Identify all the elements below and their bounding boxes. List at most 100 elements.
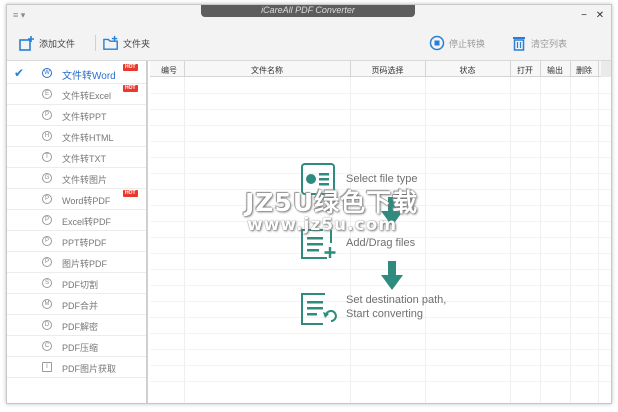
sidebar-item-file-to-ppt[interactable]: P 文件转PPT bbox=[7, 105, 146, 126]
pdf-icon: P bbox=[42, 215, 52, 225]
clear-list-label: 清空列表 bbox=[531, 38, 568, 49]
pdf-icon: P bbox=[42, 236, 52, 246]
sidebar-item-ppt-to-pdf[interactable]: P PPT转PDF bbox=[7, 231, 146, 252]
column-header-delete[interactable]: 删除 bbox=[570, 65, 598, 76]
sidebar-item-word-to-pdf[interactable]: P Word转PDF HOT bbox=[7, 189, 146, 210]
sidebar-item-pdf-merge[interactable]: M PDF合并 bbox=[7, 294, 146, 315]
word-icon: W bbox=[42, 68, 52, 78]
sidebar-item-excel-to-pdf[interactable]: P Excel转PDF bbox=[7, 210, 146, 231]
column-divider bbox=[540, 61, 541, 403]
sidebar-item-file-to-word[interactable]: ✔ W 文件转Word HOT bbox=[7, 63, 146, 84]
sidebar-item-label: Excel转PDF bbox=[62, 217, 112, 227]
sidebar-item-file-to-excel[interactable]: E 文件转Excel HOT bbox=[7, 84, 146, 105]
column-divider bbox=[425, 61, 426, 403]
pdf-icon: P bbox=[42, 194, 52, 204]
hot-badge: HOT bbox=[123, 190, 138, 197]
sidebar-item-label: 文件转TXT bbox=[62, 154, 106, 164]
title-bar: ≡ ▾ iCareAll PDF Converter − ✕ bbox=[7, 5, 611, 25]
sidebar-item-file-to-txt[interactable]: T 文件转TXT bbox=[7, 147, 146, 168]
sidebar-item-pdf-decrypt[interactable]: D PDF解密 bbox=[7, 315, 146, 336]
close-button[interactable]: ✕ bbox=[594, 10, 606, 21]
column-header-open[interactable]: 打开 bbox=[510, 65, 540, 76]
sidebar-item-label: Word转PDF bbox=[62, 196, 111, 206]
sidebar-item-label: 图片转PDF bbox=[62, 259, 108, 269]
watermark-url: www.jz5u.com bbox=[247, 215, 398, 235]
checkmark-icon: ✔ bbox=[14, 66, 25, 80]
sidebar-item-label: PDF解密 bbox=[62, 322, 99, 332]
app-menu-icon[interactable]: ≡ ▾ bbox=[13, 10, 25, 21]
table-row bbox=[150, 125, 611, 126]
add-file-label: 添加文件 bbox=[39, 38, 76, 49]
clear-list-button[interactable]: 清空列表 bbox=[511, 33, 567, 53]
header-divider bbox=[598, 61, 599, 77]
sidebar-item-label: PPT转PDF bbox=[62, 238, 107, 248]
table-row bbox=[150, 157, 611, 158]
table-row bbox=[150, 141, 611, 142]
sidebar-item-pdf-extract-images[interactable]: I PDF图片获取 bbox=[7, 357, 146, 378]
table-row bbox=[150, 381, 611, 382]
column-header-number[interactable]: 编号 bbox=[154, 65, 184, 76]
compress-icon: C bbox=[42, 341, 52, 351]
table-row bbox=[150, 253, 611, 254]
image-icon: G bbox=[42, 173, 52, 183]
sidebar-item-label: 文件转Word bbox=[62, 71, 116, 82]
column-header-output[interactable]: 输出 bbox=[540, 65, 570, 76]
sidebar-item-label: 文件转Excel bbox=[62, 91, 112, 101]
table-row bbox=[150, 349, 611, 350]
html-icon: H bbox=[42, 131, 52, 141]
column-header-page-select[interactable]: 页码选择 bbox=[350, 65, 425, 76]
hot-badge: HOT bbox=[123, 85, 138, 92]
add-file-button[interactable]: 添加文件 bbox=[19, 33, 75, 53]
extract-image-icon: I bbox=[42, 362, 52, 372]
folder-icon bbox=[103, 35, 119, 51]
sidebar-item-file-to-image[interactable]: G 文件转图片 bbox=[7, 168, 146, 189]
unlock-icon: D bbox=[42, 320, 52, 330]
conversion-sidebar: ✔ W 文件转Word HOT E 文件转Excel HOT P 文件转PPT … bbox=[7, 61, 148, 403]
table-row bbox=[150, 93, 611, 94]
column-divider bbox=[510, 61, 511, 403]
window-title: iCareAll PDF Converter bbox=[201, 5, 415, 17]
app-window: ≡ ▾ iCareAll PDF Converter − ✕ 添加文件 文件夹 … bbox=[6, 4, 612, 404]
hot-badge: HOT bbox=[123, 64, 138, 71]
add-folder-button[interactable]: 文件夹 bbox=[103, 33, 150, 53]
down-arrow-icon bbox=[381, 261, 403, 290]
table-row bbox=[150, 333, 611, 334]
sidebar-item-label: PDF合并 bbox=[62, 301, 99, 311]
toolbar: 添加文件 文件夹 停止转换 清空列表 bbox=[7, 25, 611, 61]
sidebar-item-image-to-pdf[interactable]: P 图片转PDF bbox=[7, 252, 146, 273]
add-folder-label: 文件夹 bbox=[123, 38, 151, 49]
column-divider bbox=[570, 61, 571, 403]
column-divider bbox=[598, 61, 599, 403]
sidebar-item-label: 文件转图片 bbox=[62, 175, 108, 185]
column-divider bbox=[184, 61, 185, 403]
column-header-status[interactable]: 状态 bbox=[425, 65, 510, 76]
sidebar-item-label: PDF图片获取 bbox=[62, 364, 117, 374]
sidebar-item-file-to-html[interactable]: H 文件转HTML bbox=[7, 126, 146, 147]
sidebar-item-label: PDF压缩 bbox=[62, 343, 99, 353]
add-file-icon bbox=[19, 35, 35, 51]
stop-convert-button[interactable]: 停止转换 bbox=[429, 33, 485, 53]
ppt-icon: P bbox=[42, 110, 52, 120]
minimize-button[interactable]: − bbox=[578, 10, 590, 21]
stop-icon bbox=[429, 35, 445, 51]
watermark-brand: JZ5U绿色下载 bbox=[245, 188, 419, 217]
step-start-converting: Start converting bbox=[346, 308, 424, 320]
scrollbar-corner bbox=[601, 61, 611, 77]
table-row bbox=[150, 109, 611, 110]
table-row bbox=[150, 365, 611, 366]
sidebar-item-pdf-split[interactable]: S PDF切割 bbox=[7, 273, 146, 294]
column-header-file-name[interactable]: 文件名称 bbox=[184, 65, 350, 76]
split-icon: S bbox=[42, 278, 52, 288]
sidebar-item-label: PDF切割 bbox=[62, 280, 99, 290]
table-header: 编号 文件名称 页码选择 状态 打开 输出 删除 bbox=[150, 61, 611, 77]
sidebar-item-label: 文件转PPT bbox=[62, 112, 107, 122]
pdf-icon: P bbox=[42, 257, 52, 267]
sidebar-item-pdf-compress[interactable]: C PDF压缩 bbox=[7, 336, 146, 357]
toolbar-divider bbox=[95, 35, 96, 51]
merge-icon: M bbox=[42, 299, 52, 309]
destination-convert-icon bbox=[301, 293, 337, 325]
sidebar-item-label: 文件转HTML bbox=[62, 133, 114, 143]
excel-icon: E bbox=[42, 89, 52, 99]
step-destination-path: Set destination path, bbox=[346, 294, 447, 306]
txt-icon: T bbox=[42, 152, 52, 162]
